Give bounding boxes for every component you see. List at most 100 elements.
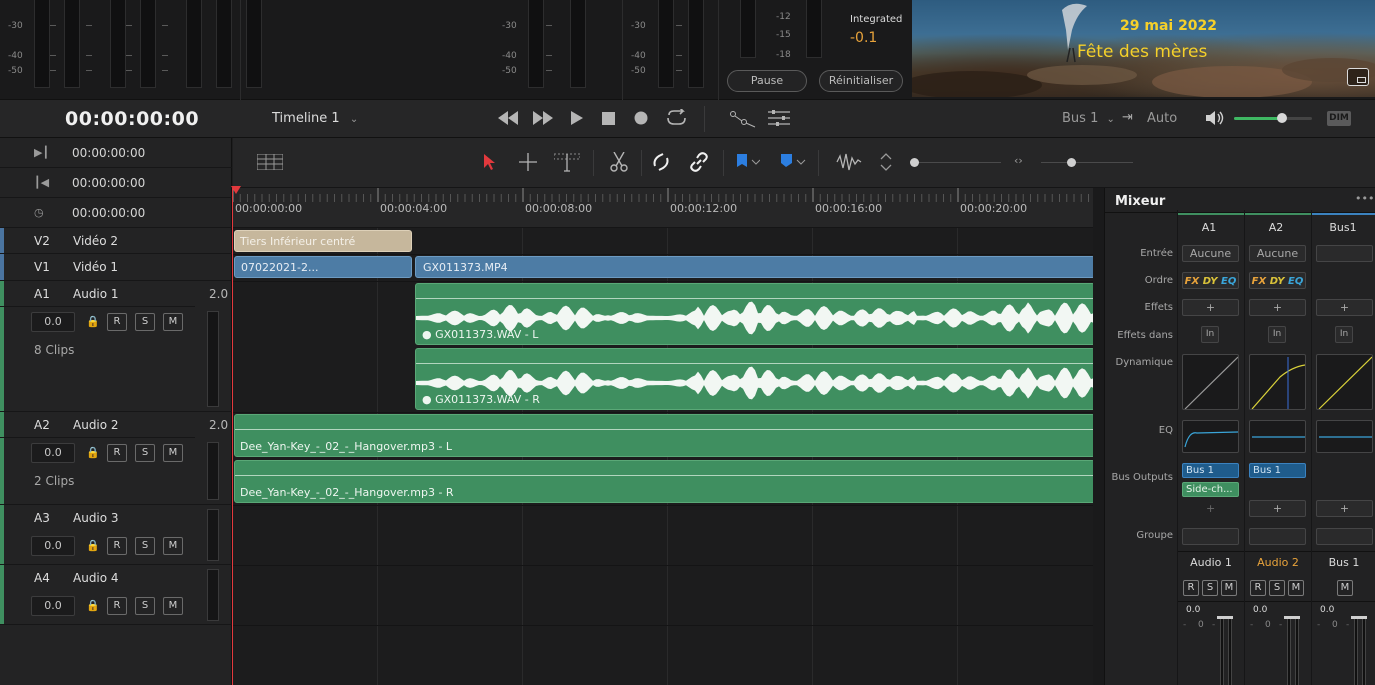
timeline-scrollbar[interactable] (1093, 188, 1104, 685)
mute-button[interactable]: M (1337, 580, 1353, 596)
dynamics-graph[interactable] (1249, 354, 1306, 410)
dynamics-graph[interactable] (1182, 354, 1239, 410)
mute-button[interactable]: M (1221, 580, 1237, 596)
audio-clip-right[interactable]: ● GX011373.WAV - R (415, 348, 1093, 410)
snapping-icon[interactable] (651, 152, 671, 175)
timecode-display[interactable]: 00:00:00:00 (65, 108, 199, 130)
mixer-settings-icon[interactable] (768, 109, 790, 130)
group-select[interactable] (1316, 528, 1373, 545)
link-icon[interactable] (689, 152, 709, 175)
order-button[interactable]: FX DY EQ (1249, 272, 1306, 289)
eq-graph[interactable] (1316, 420, 1373, 453)
eq-graph[interactable] (1249, 420, 1306, 453)
bus-output-chip[interactable]: Bus 1 (1182, 463, 1239, 478)
automation-icon[interactable] (730, 110, 756, 131)
track-name[interactable]: Vidéo 2 (73, 234, 118, 248)
reset-button[interactable]: Réinitialiser (819, 70, 903, 92)
fader[interactable] (1354, 618, 1358, 685)
stop-icon[interactable] (602, 112, 615, 128)
track-volume[interactable]: 0.0 (31, 312, 75, 332)
add-effect-button[interactable]: + (1316, 299, 1373, 316)
add-bus-button[interactable]: + (1249, 500, 1306, 517)
track-header-v1[interactable]: V1 Vidéo 1 (0, 254, 232, 281)
track-volume[interactable]: 0.0 (31, 596, 75, 616)
video-viewer[interactable]: 29 mai 2022 Fête des mères (912, 0, 1375, 97)
razor-icon[interactable] (610, 151, 628, 175)
record-arm-button[interactable]: R (107, 444, 127, 462)
fader[interactable] (1287, 618, 1291, 685)
solo-button[interactable]: S (1202, 580, 1218, 596)
mute-button[interactable]: M (163, 597, 183, 615)
slider-knob[interactable] (910, 158, 919, 167)
pause-button[interactable]: Pause (727, 70, 807, 92)
track-height-slider[interactable] (910, 158, 1001, 167)
fader[interactable] (1220, 618, 1224, 685)
more-options-icon[interactable]: ••• (1355, 192, 1374, 205)
solo-button[interactable]: S (135, 537, 155, 555)
track-name[interactable]: Audio 1 (73, 287, 119, 301)
track-volume[interactable]: 0.0 (31, 443, 75, 463)
track-header-a3[interactable]: A3 Audio 3 0.0 🔒 R S M (0, 505, 232, 565)
solo-button[interactable]: S (135, 444, 155, 462)
add-effect-button[interactable]: + (1249, 299, 1306, 316)
fader-knob[interactable] (1284, 616, 1300, 619)
loop-icon[interactable] (665, 107, 687, 130)
add-bus-button[interactable]: + (1206, 502, 1215, 515)
record-arm-button[interactable]: R (107, 537, 127, 555)
bus-select[interactable]: Bus 1 ⌄ (1062, 111, 1115, 126)
effects-in-button[interactable]: In (1335, 326, 1353, 343)
mute-button[interactable]: M (163, 444, 183, 462)
flag-icon[interactable] (736, 154, 761, 173)
title-clip[interactable]: Tiers Inférieur centré (234, 230, 412, 252)
play-icon[interactable] (571, 111, 583, 128)
record-arm-button[interactable]: R (107, 313, 127, 331)
bus-output-chip[interactable]: Side-ch... (1182, 482, 1239, 497)
fader-knob[interactable] (1217, 616, 1233, 619)
duration-timecode[interactable]: 00:00:00:00 (72, 206, 145, 220)
input-select[interactable] (1316, 245, 1373, 262)
track-name[interactable]: Audio 4 (73, 571, 119, 585)
record-icon[interactable] (634, 111, 648, 128)
add-effect-button[interactable]: + (1182, 299, 1239, 316)
lock-icon[interactable]: 🔒 (86, 599, 100, 612)
waveform-zoom-icon[interactable] (836, 152, 862, 175)
lock-icon[interactable]: 🔒 (86, 446, 100, 459)
add-bus-button[interactable]: + (1316, 500, 1373, 517)
monitor-volume-slider[interactable] (1234, 113, 1312, 123)
track-name[interactable]: Audio 2 (73, 418, 119, 432)
input-select[interactable]: Aucune (1182, 245, 1239, 262)
video-clip[interactable]: GX011373.MP4 (415, 256, 1093, 278)
music-clip-left[interactable]: Dee_Yan-Key_-_02_-_Hangover.mp3 - L (234, 414, 1093, 457)
eq-graph[interactable] (1182, 420, 1239, 453)
dim-button[interactable]: DIM (1327, 111, 1351, 126)
playhead[interactable] (232, 188, 233, 685)
track-header-a4[interactable]: A4 Audio 4 0.0 🔒 R S M (0, 565, 232, 625)
track-volume[interactable]: 0.0 (31, 536, 75, 556)
fast-forward-icon[interactable] (533, 111, 553, 128)
bus-output-chip[interactable]: Bus 1 (1249, 463, 1306, 478)
solo-button[interactable]: S (135, 597, 155, 615)
zoom-arrows-icon[interactable]: ‹› (1014, 154, 1023, 167)
rewind-icon[interactable] (498, 111, 518, 128)
music-clip-right[interactable]: Dee_Yan-Key_-_02_-_Hangover.mp3 - R (234, 460, 1093, 503)
timeline-ruler[interactable]: 00:00:00:00 00:00:04:00 00:00:08:00 00:0… (233, 188, 1093, 228)
timeline-selector[interactable]: Timeline 1 ⌄ (272, 111, 358, 126)
out-timecode[interactable]: 00:00:00:00 (72, 176, 145, 190)
video-clip[interactable]: 07022021-2... (234, 256, 412, 278)
group-select[interactable] (1249, 528, 1306, 545)
lock-icon[interactable]: 🔒 (86, 315, 100, 328)
order-button[interactable]: FX DY EQ (1182, 272, 1239, 289)
record-arm-button[interactable]: R (1183, 580, 1199, 596)
fader-knob[interactable] (1351, 616, 1367, 619)
track-name[interactable]: Audio 3 (73, 511, 119, 525)
audio-clip-left[interactable]: ● GX011373.WAV - L (415, 283, 1093, 345)
mute-button[interactable]: M (1288, 580, 1304, 596)
timeline-tracks[interactable]: Tiers Inférieur centré 07022021-2... GX0… (233, 228, 1093, 685)
record-arm-button[interactable]: R (1250, 580, 1266, 596)
trim-tool-icon[interactable] (553, 152, 581, 175)
in-timecode[interactable]: 00:00:00:00 (72, 146, 145, 160)
vertical-zoom-icon[interactable] (880, 153, 892, 174)
range-tool-icon[interactable] (518, 153, 538, 174)
group-select[interactable] (1182, 528, 1239, 545)
layout-icon[interactable] (256, 153, 284, 173)
